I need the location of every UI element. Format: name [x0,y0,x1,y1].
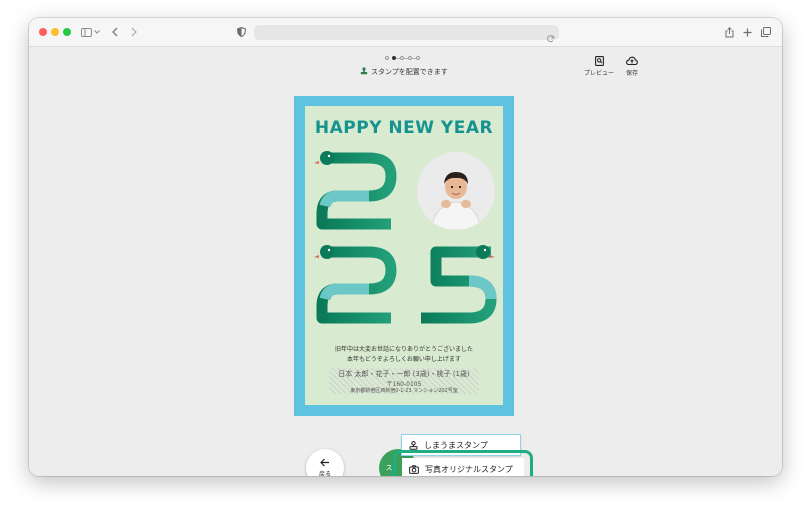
page-content: スタンプを配置できます プレビュー 保存 HAPPY NEW YEAR 旧年中は… [29,47,782,476]
instruction-text: スタンプを配置できます [371,68,448,76]
menu-item-label: しまうまスタンプ [424,440,488,450]
forward-icon[interactable] [129,23,139,41]
preview-icon [594,56,604,66]
stamp-add-label: ス [385,464,393,472]
step-dot [385,56,389,60]
reload-icon[interactable] [547,28,555,47]
save-button[interactable]: 保存 [626,56,638,77]
step-dot [416,56,420,60]
greeting-line-2: 本年もどうぞよろしくお願い申し上げます [347,356,461,363]
digit-2-top [314,151,397,230]
sender-block: 日本 太郎・花子・一郎 (3歳)・桃子 (1歳) 〒160-0105 東京都新宿… [329,368,479,394]
address-bar[interactable] [254,25,559,43]
stamp-icon [360,67,368,77]
browser-window: スタンプを配置できます プレビュー 保存 HAPPY NEW YEAR 旧年中は… [29,18,782,476]
sender-address: 東京都新宿区西新宿0-1-23 マンション202号室 [350,388,458,394]
digit-2-bottom [314,245,397,324]
share-icon[interactable] [723,23,735,41]
camera-icon [409,464,419,474]
chevron-down-icon[interactable] [93,23,101,41]
new-year-card[interactable]: HAPPY NEW YEAR 旧年中は大変お世話になりありがとうございました 本… [305,106,503,405]
back-icon[interactable] [110,23,120,41]
child-photo[interactable] [417,152,495,230]
sidebar-icon[interactable] [79,23,93,41]
plus-icon[interactable] [741,23,753,41]
menu-item-photo-original-stamp[interactable]: 写真オリジナルスタンプ [402,458,524,476]
zoom-window-button[interactable] [63,28,71,36]
tabs-icon[interactable] [760,23,772,41]
menu-item-label: 写真オリジナルスタンプ [425,464,513,474]
arrow-left-icon [320,458,329,467]
save-label: 保存 [626,70,639,77]
progress-stepper [385,56,420,60]
greeting-line-1: 旧年中は大変お世話になりありがとうございました [334,346,473,353]
preview-button[interactable]: プレビュー [584,56,614,77]
minimize-window-button[interactable] [51,28,59,36]
stamp-icon [409,440,418,450]
back-label: 戻る [318,471,331,476]
preview-label: プレビュー [584,70,615,77]
digit-5 [421,245,497,324]
cloud-upload-icon [626,56,638,66]
browser-toolbar [29,18,782,47]
shield-icon[interactable] [235,23,247,41]
close-window-button[interactable] [39,28,47,36]
sender-names: 日本 太郎・花子・一郎 (3歳)・桃子 (1歳) [338,370,470,378]
back-button[interactable]: 戻る [306,449,344,476]
instruction: スタンプを配置できます [360,67,448,77]
